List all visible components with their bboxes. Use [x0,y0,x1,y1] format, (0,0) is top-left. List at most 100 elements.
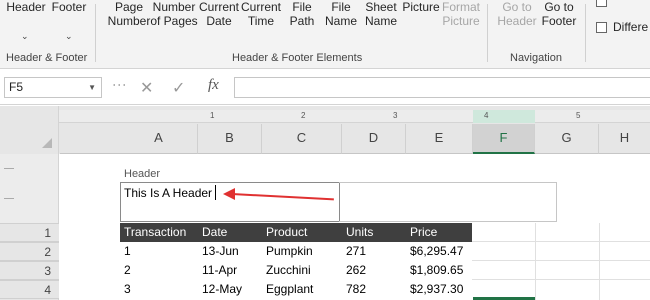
table-header-transaction[interactable]: Transaction [120,223,186,242]
cancel-icon[interactable]: ✕ [140,78,153,98]
current-time-button[interactable]: Current Time [240,0,282,28]
different-checkbox[interactable] [596,22,607,33]
annotation-arrow-head-icon [223,188,235,200]
format-picture-label: Format Picture [441,0,480,28]
ruler-mark: 5 [576,111,581,120]
different-checkbox-label: Differe [613,20,649,34]
table-cell[interactable]: $6,295.47 [406,242,463,261]
ruler-tick [4,168,14,169]
header-button[interactable]: Header [6,0,46,14]
column-header-f[interactable]: F [473,124,535,154]
group-label-navigation: Navigation [510,52,562,64]
table-header-product[interactable]: Product [262,223,307,242]
file-path-label: File Path [289,0,315,28]
table-cell[interactable]: Zucchini [262,261,311,280]
group-separator [487,4,488,62]
enter-icon[interactable]: ✓ [172,78,185,98]
table-cell[interactable]: 271 [342,242,366,261]
go-to-footer-label: Go to Footer [541,0,577,28]
gridline [472,260,650,261]
ruler-mark: 4 [484,111,489,120]
group-separator [585,4,586,62]
table-cell[interactable]: Eggplant [262,280,313,299]
sheet-name-button[interactable]: Sheet Name [362,0,400,28]
go-to-header-label: Go to Header [497,0,537,28]
file-name-button[interactable]: File Name [322,0,360,28]
column-header-blank [60,124,120,154]
current-date-button[interactable]: Current Date [198,0,240,28]
footer-button-label: Footer [51,0,87,14]
go-to-header-button[interactable]: Go to Header [495,0,539,28]
table-cell[interactable]: 782 [342,280,366,299]
drag-handle-icon[interactable]: ⋮ [112,78,128,90]
current-time-label: Current Time [240,0,281,28]
table-cell[interactable]: 12-May [198,280,242,299]
name-box[interactable]: F5 ▼ [4,77,102,98]
name-box-value: F5 [9,80,24,94]
ruler-mark: 2 [301,111,306,120]
column-header-c[interactable]: C [262,124,342,154]
number-of-pages-button[interactable]: Number of Pages [150,0,198,28]
row-header-2[interactable]: 2 [0,242,59,261]
picture-label: Picture [402,0,440,14]
footer-dropdown-chevron-icon[interactable]: ⌄ [65,31,73,42]
row-header-1[interactable]: 1 [0,223,59,242]
column-header-a[interactable]: A [120,124,198,154]
gridline [472,241,650,242]
file-name-label: File Name [324,0,357,28]
ruler-tick [4,198,14,199]
picture-button[interactable]: Picture [402,0,440,14]
horizontal-ruler [59,110,650,123]
table-header-price[interactable]: Price [406,223,437,242]
group-label-header-footer: Header & Footer [6,52,88,64]
file-path-button[interactable]: File Path [284,0,320,28]
column-header-h[interactable]: H [599,124,650,154]
table-cell[interactable]: 1 [120,242,131,261]
row-header-4[interactable]: 4 [0,280,59,299]
vertical-ruler [0,154,59,224]
gridline [599,223,600,300]
footer-button[interactable]: Footer [49,0,89,14]
header-button-label: Header [6,0,46,14]
column-header-e[interactable]: E [406,124,473,154]
ruler-highlight [473,110,535,123]
group-separator [95,4,96,62]
gridline [472,279,650,280]
table-cell[interactable]: 11-Apr [198,261,237,280]
header-dropdown-chevron-icon[interactable]: ⌄ [21,31,29,42]
table-cell[interactable]: 2 [120,261,131,280]
page-number-button[interactable]: Page Number [104,0,154,28]
header-center-section[interactable] [339,182,557,222]
text-caret [215,185,216,200]
formula-bar: F5 ▼ ⋮ ✕ ✓ fx [0,70,650,105]
select-all-button[interactable] [0,106,59,154]
column-header-b[interactable]: B [198,124,262,154]
table-cell[interactable]: $2,937.30 [406,280,463,299]
row-header-3[interactable]: 3 [0,261,59,280]
table-cell[interactable]: 262 [342,261,366,280]
table-header-units[interactable]: Units [342,223,373,242]
table-cell[interactable]: $1,809.65 [406,261,463,280]
formula-input[interactable] [234,77,650,98]
select-all-icon [42,138,52,148]
column-header-d[interactable]: D [342,124,406,154]
current-date-label: Current Date [198,0,239,28]
header-text[interactable]: This Is A Header [124,186,212,200]
chevron-down-icon[interactable]: ▼ [88,78,96,97]
group-label-elements: Header & Footer Elements [232,52,363,64]
format-picture-button[interactable]: Format Picture [440,0,482,28]
ruler-mark: 1 [210,111,215,120]
number-of-pages-label: Number of Pages [150,0,198,28]
sheet-name-label: Sheet Name [364,0,397,28]
gridline [535,223,536,300]
column-header-g[interactable]: G [535,124,599,154]
insert-function-icon[interactable]: fx [208,77,219,94]
option-checkbox-top[interactable] [596,0,607,7]
page-number-label: Page Number [107,0,151,28]
table-header-date[interactable]: Date [198,223,227,242]
table-cell[interactable]: Pumpkin [262,242,313,261]
go-to-footer-button[interactable]: Go to Footer [537,0,581,28]
table-cell[interactable]: 3 [120,280,131,299]
header-caption: Header [124,168,161,180]
table-cell[interactable]: 13-Jun [198,242,239,261]
